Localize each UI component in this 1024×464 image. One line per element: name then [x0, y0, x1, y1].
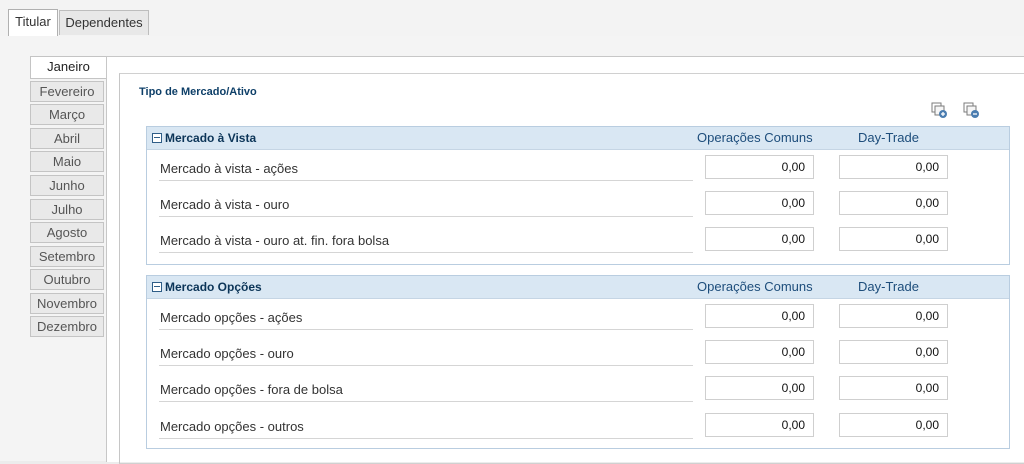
- month-tab-setembro[interactable]: Setembro: [30, 246, 104, 267]
- row-divider: [159, 438, 693, 439]
- table-row: Mercado opções - fora de bolsa: [147, 370, 1009, 406]
- row-label: Mercado opções - ações: [160, 310, 303, 325]
- operacoes-comuns-input[interactable]: [705, 227, 814, 251]
- day-trade-input[interactable]: [839, 155, 948, 179]
- month-tab-fevereiro[interactable]: Fevereiro: [30, 81, 104, 102]
- table-row: Mercado opções - outros: [147, 407, 1009, 443]
- column-header-operacoes-comuns: Operações Comuns: [697, 279, 813, 294]
- section-mercado-a-vista: Mercado à Vista Operações Comuns Day-Tra…: [146, 126, 1010, 265]
- column-header-day-trade: Day-Trade: [858, 279, 919, 294]
- day-trade-input[interactable]: [839, 191, 948, 215]
- table-row: Mercado à vista - ouro: [147, 185, 1009, 221]
- row-label: Mercado à vista - ações: [160, 161, 299, 176]
- row-label: Mercado opções - outros: [160, 419, 304, 434]
- day-trade-input[interactable]: [839, 227, 948, 251]
- minus-icon[interactable]: [152, 282, 162, 292]
- row-divider: [159, 329, 693, 330]
- section-header[interactable]: Mercado à Vista Operações Comuns Day-Tra…: [147, 127, 1009, 150]
- table-row: Mercado opções - ouro: [147, 334, 1009, 370]
- expand-all-icon[interactable]: [930, 101, 948, 119]
- table-row: Mercado à vista - ouro at. fin. fora bol…: [147, 221, 1009, 257]
- day-trade-input[interactable]: [839, 340, 948, 364]
- section-mercado-opcoes: Mercado Opções Operações Comuns Day-Trad…: [146, 275, 1010, 449]
- operacoes-comuns-input[interactable]: [705, 376, 814, 400]
- column-header-day-trade: Day-Trade: [858, 130, 919, 145]
- month-tab-outubro[interactable]: Outubro: [30, 269, 104, 290]
- row-label: Mercado opções - fora de bolsa: [160, 382, 343, 397]
- column-header-operacoes-comuns: Operações Comuns: [697, 130, 813, 145]
- collapse-all-icon[interactable]: [962, 101, 980, 119]
- day-trade-input[interactable]: [839, 376, 948, 400]
- operacoes-comuns-input[interactable]: [705, 304, 814, 328]
- tab-titular[interactable]: Titular: [8, 9, 58, 36]
- row-label: Mercado opções - ouro: [160, 346, 294, 361]
- row-divider: [159, 180, 693, 181]
- row-divider: [159, 252, 693, 253]
- month-tab-julho[interactable]: Julho: [30, 199, 104, 220]
- operacoes-comuns-input[interactable]: [705, 191, 814, 215]
- operacoes-comuns-input[interactable]: [705, 155, 814, 179]
- top-tab-bar: Titular Dependentes: [0, 0, 1024, 37]
- section-header[interactable]: Mercado Opções Operações Comuns Day-Trad…: [147, 276, 1009, 299]
- tab-dependentes[interactable]: Dependentes: [59, 10, 149, 35]
- day-trade-input[interactable]: [839, 304, 948, 328]
- row-divider: [159, 365, 693, 366]
- month-tab-abril[interactable]: Abril: [30, 128, 104, 149]
- fieldset-title: Tipo de Mercado/Ativo: [136, 86, 260, 98]
- month-tab-dezembro[interactable]: Dezembro: [30, 316, 104, 337]
- month-tab-marco[interactable]: Março: [30, 104, 104, 125]
- minus-icon[interactable]: [152, 133, 162, 143]
- month-tab-novembro[interactable]: Novembro: [30, 293, 104, 314]
- day-trade-input[interactable]: [839, 413, 948, 437]
- row-label: Mercado à vista - ouro: [160, 197, 290, 212]
- section-title: Mercado Opções: [165, 280, 262, 294]
- month-tab-junho[interactable]: Junho: [30, 175, 104, 196]
- operacoes-comuns-input[interactable]: [705, 340, 814, 364]
- operacoes-comuns-input[interactable]: [705, 413, 814, 437]
- table-row: Mercado opções - ações: [147, 298, 1009, 334]
- row-label: Mercado à vista - ouro at. fin. fora bol…: [160, 233, 390, 248]
- month-tab-agosto[interactable]: Agosto: [30, 222, 104, 243]
- table-row: Mercado à vista - ações: [147, 149, 1009, 185]
- row-divider: [159, 216, 693, 217]
- row-divider: [159, 401, 693, 402]
- month-tab-janeiro[interactable]: Janeiro: [30, 56, 106, 79]
- section-title: Mercado à Vista: [165, 131, 257, 145]
- month-tab-maio[interactable]: Maio: [30, 151, 104, 172]
